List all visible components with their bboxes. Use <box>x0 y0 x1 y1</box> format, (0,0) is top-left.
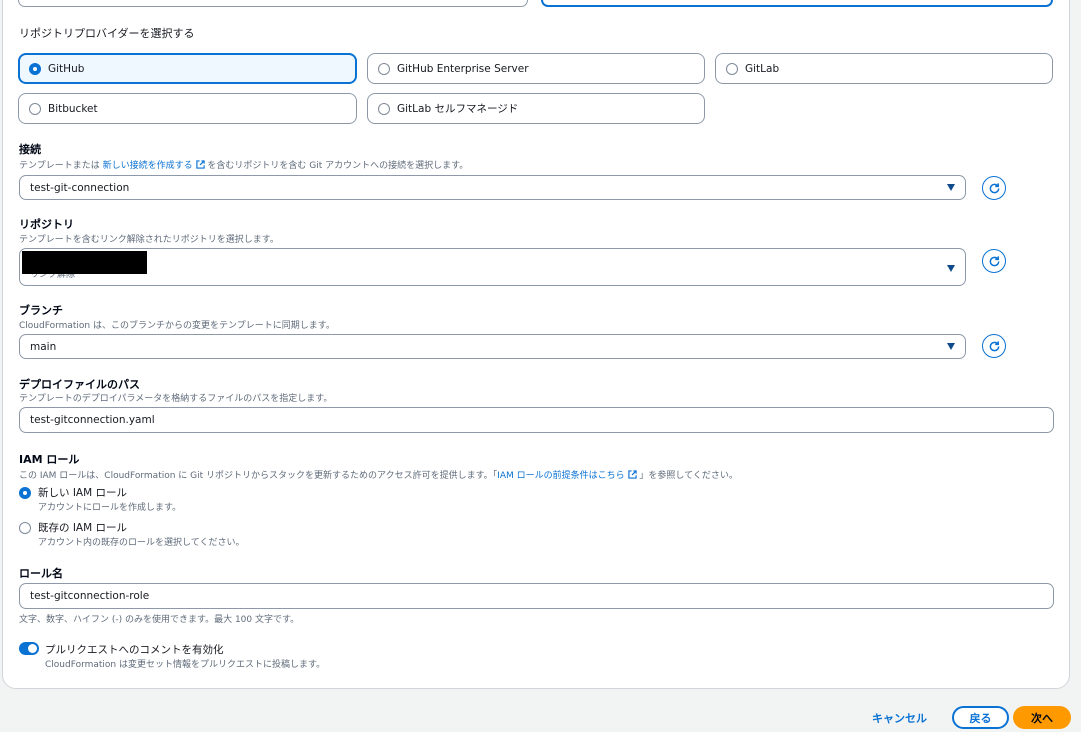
repository-title: リポジトリ <box>19 218 74 231</box>
provider-tile-gitlab-self-managed[interactable]: GitLab セルフマネージド <box>367 93 705 124</box>
provider-tile-github-enterprise[interactable]: GitHub Enterprise Server <box>367 53 705 84</box>
caret-down-icon <box>947 265 955 272</box>
top-field-right[interactable] <box>541 0 1053 7</box>
radio-icon <box>29 102 41 115</box>
refresh-icon <box>989 255 999 266</box>
deploy-file-value: test-gitconnection.yaml <box>30 414 155 426</box>
radio-icon <box>726 62 738 75</box>
next-button[interactable]: 次へ <box>1013 706 1071 729</box>
iam-role-existing-option[interactable]: 既存の IAM ロール アカウント内の既存のロールを選択してください。 <box>19 520 244 548</box>
external-link-icon <box>195 160 205 169</box>
create-connection-link[interactable]: 新しい接続を作成する <box>103 161 193 171</box>
pr-comment-label: プルリクエストへのコメントを有効化 <box>45 644 224 656</box>
iam-role-desc-pre: この IAM ロールは、CloudFormation に Git リポジトリから… <box>19 471 498 481</box>
connection-desc-post: を含むリポジトリを含む Git アカウントへの接続を選択します。 <box>207 161 469 171</box>
connection-desc: テンプレートまたは 新しい接続を作成する を含むリポジトリを含む Git アカウ… <box>19 158 468 171</box>
branch-title: ブランチ <box>19 304 63 317</box>
connection-select[interactable]: test-git-connection <box>19 175 966 200</box>
iam-role-existing-label: 既存の IAM ロール <box>38 522 128 534</box>
provider-tile-label: Bitbucket <box>48 102 98 115</box>
role-name-input[interactable]: test-gitconnection-role <box>19 583 1054 609</box>
radio-icon <box>378 62 390 75</box>
provider-tile-github[interactable]: GitHub <box>18 53 357 84</box>
repository-refresh-button[interactable] <box>982 249 1006 273</box>
refresh-icon <box>989 340 999 351</box>
radio-icon <box>29 62 41 75</box>
provider-label: リポジトリプロバイダーを選択する <box>19 27 195 40</box>
caret-down-icon <box>947 343 955 350</box>
connection-desc-pre: テンプレートまたは <box>19 161 100 171</box>
top-field-left[interactable] <box>18 0 528 7</box>
iam-role-title: IAM ロール <box>19 453 80 466</box>
deploy-file-desc: テンプレートのデプロイパラメータを格納するファイルのパスを指定します。 <box>19 394 333 404</box>
provider-tile-label: GitHub Enterprise Server <box>397 62 529 75</box>
branch-select[interactable]: main <box>19 334 966 359</box>
branch-refresh-button[interactable] <box>982 334 1006 358</box>
connection-select-value: test-git-connection <box>30 181 130 194</box>
redacted-repository-name <box>22 251 147 274</box>
branch-select-value: main <box>30 340 57 353</box>
external-link-icon <box>627 470 637 479</box>
provider-tile-label: GitHub <box>48 62 85 75</box>
radio-icon <box>378 102 390 115</box>
iam-role-prereq-link[interactable]: IAM ロールの前提条件はこちら <box>497 471 624 481</box>
connection-title: 接続 <box>19 143 41 156</box>
deploy-file-title: デプロイファイルのパス <box>19 378 140 391</box>
iam-role-existing-desc: アカウント内の既存のロールを選択してください。 <box>38 538 245 548</box>
iam-role-desc: この IAM ロールは、CloudFormation に Git リポジトリから… <box>19 468 738 481</box>
pr-comment-toggle[interactable] <box>19 642 39 655</box>
connection-refresh-button[interactable] <box>982 176 1006 200</box>
repository-select[interactable]: リンク解除 <box>19 248 966 286</box>
provider-tile-label: GitLab セルフマネージド <box>397 103 519 115</box>
iam-role-desc-post: 」を参照してください。 <box>639 471 738 481</box>
radio-icon <box>19 522 31 534</box>
role-name-title: ロール名 <box>19 567 63 580</box>
role-name-value: test-gitconnection-role <box>30 590 150 602</box>
role-name-hint: 文字、数字、ハイフン (-) のみを使用できます。最大 100 文字です。 <box>19 615 300 625</box>
iam-role-new-option[interactable]: 新しい IAM ロール アカウントにロールを作成します。 <box>19 485 181 513</box>
caret-down-icon <box>947 184 955 191</box>
deploy-file-input[interactable]: test-gitconnection.yaml <box>19 407 1054 433</box>
iam-role-new-label: 新しい IAM ロール <box>38 487 128 499</box>
provider-tile-label: GitLab <box>745 62 780 75</box>
radio-icon <box>19 487 31 499</box>
repository-desc: テンプレートを含むリンク解除されたリポジトリを選択します。 <box>19 235 279 245</box>
pr-comment-desc: CloudFormation は変更セット情報をプルリクエストに投稿します。 <box>45 660 326 670</box>
provider-tile-gitlab[interactable]: GitLab <box>715 53 1053 84</box>
branch-desc: CloudFormation は、このブランチからの変更をテンプレートに同期しま… <box>19 321 335 331</box>
provider-tile-bitbucket[interactable]: Bitbucket <box>18 93 357 124</box>
cancel-button[interactable]: キャンセル <box>872 710 927 726</box>
refresh-icon <box>989 182 999 193</box>
iam-role-new-desc: アカウントにロールを作成します。 <box>38 503 182 513</box>
back-button[interactable]: 戻る <box>952 706 1009 729</box>
